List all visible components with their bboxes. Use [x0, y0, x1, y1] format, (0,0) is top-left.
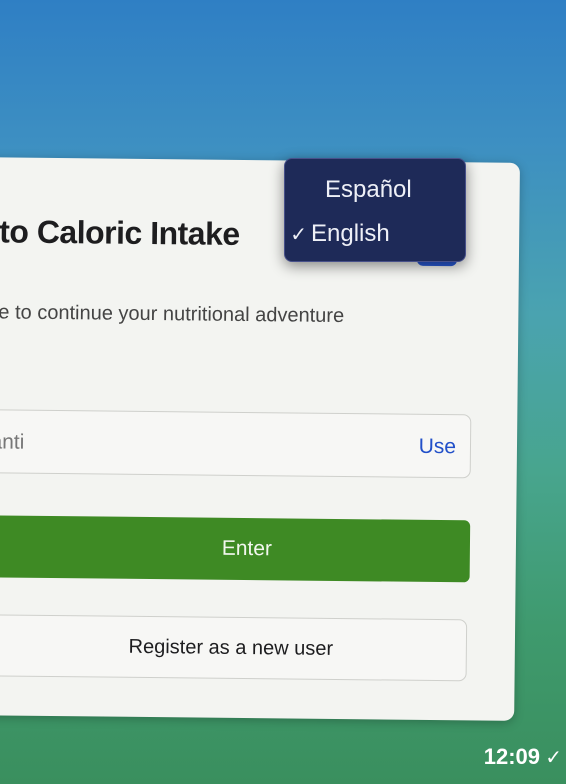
screen: to Caloric Intake ✓ e to continue your n…: [0, 0, 566, 784]
menu-item-label: English: [311, 220, 390, 247]
checkmark-icon: ✓: [290, 223, 307, 246]
status-time: 12:09: [483, 744, 540, 769]
language-menu: Español ✓ English: [284, 158, 466, 262]
page-title: to Caloric Intake: [0, 213, 240, 252]
page-subtitle: e to continue your nutritional adventure: [0, 301, 345, 328]
enter-button[interactable]: Enter: [0, 514, 471, 583]
username-field[interactable]: Use: [0, 408, 472, 479]
checkmark-icon: ✓: [545, 747, 562, 769]
use-button[interactable]: Use: [419, 435, 457, 459]
menu-item-label: Español: [325, 176, 412, 203]
username-input[interactable]: [0, 410, 363, 479]
menu-item-espanol[interactable]: Español: [285, 170, 465, 210]
menu-item-english[interactable]: ✓ English: [285, 214, 465, 254]
register-button[interactable]: Register as a new user: [0, 613, 468, 682]
